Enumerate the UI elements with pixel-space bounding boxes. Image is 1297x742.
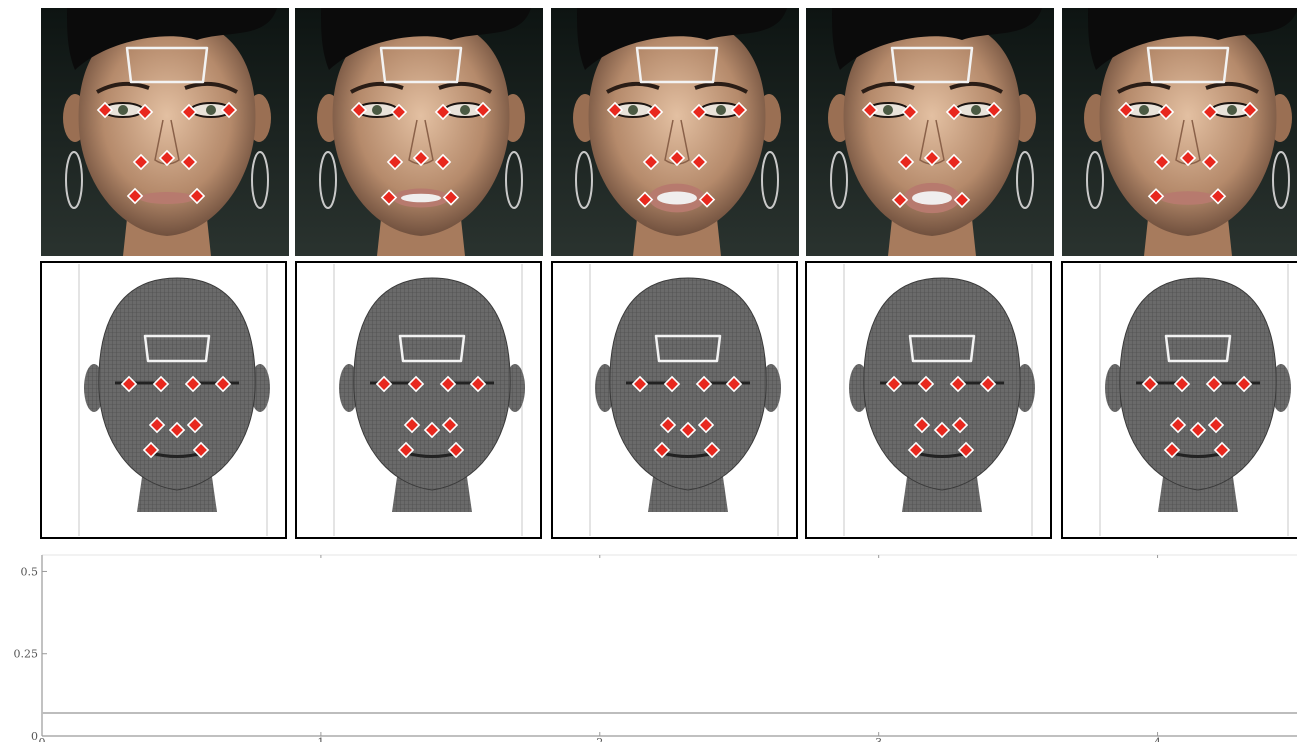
- iris-right: [971, 105, 981, 115]
- y-tick-label: 0.25: [14, 648, 39, 661]
- mesh-row: [40, 261, 1297, 539]
- y-tick-label: 0: [31, 730, 38, 742]
- mesh-panel: [1061, 261, 1297, 539]
- x-tick-label: 0: [39, 736, 46, 742]
- iris-left: [1139, 105, 1149, 115]
- teeth: [912, 191, 952, 205]
- teeth: [401, 193, 441, 203]
- iris-left: [118, 105, 128, 115]
- teeth: [657, 191, 697, 205]
- iris-left: [883, 105, 893, 115]
- x-tick-label: 1: [317, 736, 324, 742]
- iris-right: [206, 105, 216, 115]
- x-tick-label: 4: [1154, 736, 1161, 742]
- lips: [1160, 191, 1216, 205]
- x-tick-label: 2: [596, 736, 603, 742]
- face-photo: [295, 8, 543, 256]
- iris-left: [628, 105, 638, 115]
- face-photo: [551, 8, 799, 256]
- iris-right: [1227, 105, 1237, 115]
- face-photo: [41, 8, 289, 256]
- lips: [139, 192, 195, 204]
- mesh-panel: [295, 261, 542, 539]
- iris-left: [372, 105, 382, 115]
- face-photo: [1062, 8, 1297, 256]
- photo-row: [41, 8, 1297, 256]
- mesh-panel: [551, 261, 798, 539]
- face-photo: [806, 8, 1054, 256]
- iris-right: [716, 105, 726, 115]
- signal-chart: 0 0.25 0.5 0 1 2 3 4: [14, 554, 1297, 742]
- iris-right: [460, 105, 470, 115]
- y-tick-label: 0.5: [21, 565, 39, 578]
- mesh-panel: [805, 261, 1052, 539]
- x-tick-label: 3: [875, 736, 882, 742]
- figure-canvas: 0 0.25 0.5 0 1 2 3 4: [14, 8, 1297, 742]
- mesh-panel: [40, 261, 287, 539]
